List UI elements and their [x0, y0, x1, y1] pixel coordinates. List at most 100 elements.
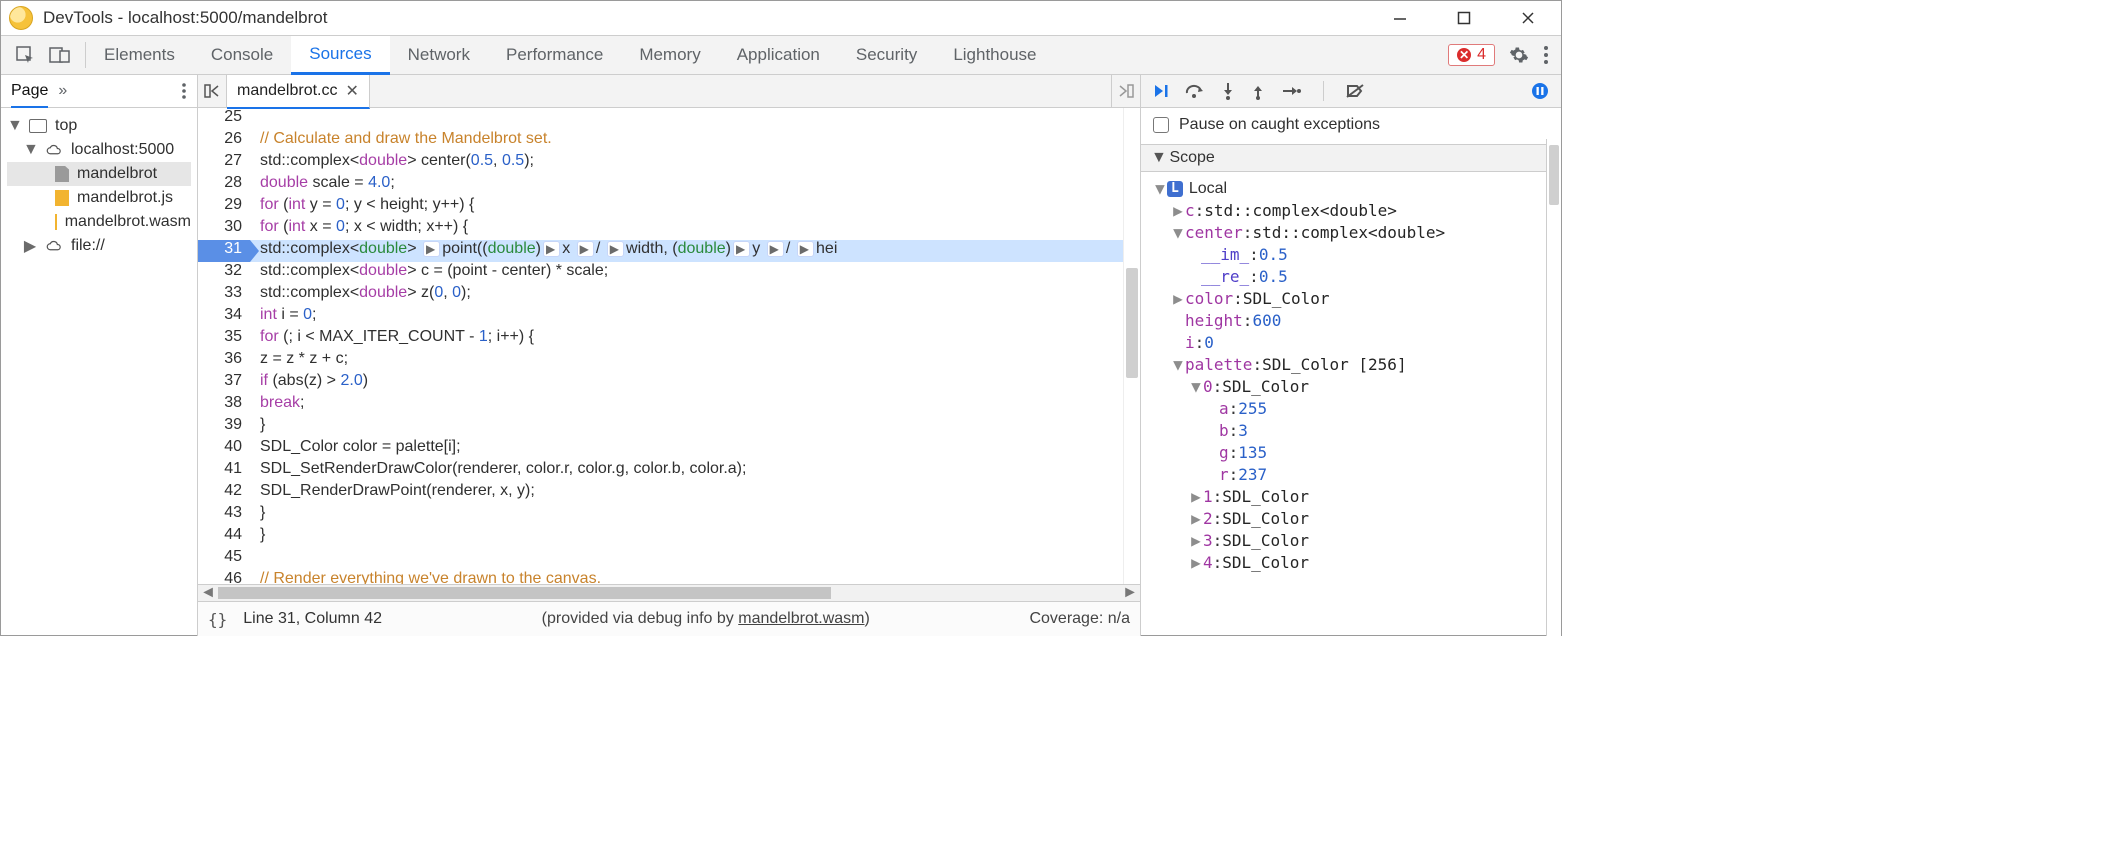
step-over-icon[interactable] [1185, 83, 1205, 99]
var-center[interactable]: ▼center: std::complex<double> [1153, 222, 1555, 244]
code-line[interactable]: 41 SDL_SetRenderDrawColor(renderer, colo… [198, 460, 1123, 482]
var-palette-2[interactable]: ▶2: SDL_Color [1153, 508, 1555, 530]
code-line[interactable]: 25 [198, 108, 1123, 130]
code-line[interactable]: 27 std::complex<double> center(0.5, 0.5)… [198, 152, 1123, 174]
var-palette-0-b[interactable]: b: 3 [1153, 420, 1555, 442]
window-title: DevTools - localhost:5000/mandelbrot [43, 8, 327, 28]
window-controls [1381, 5, 1555, 31]
more-menu-icon[interactable] [1543, 45, 1549, 65]
var-center-im[interactable]: __im_: 0.5 [1153, 244, 1555, 266]
code-line[interactable]: 28 double scale = 4.0; [198, 174, 1123, 196]
code-line[interactable]: 30 for (int x = 0; x < width; x++) { [198, 218, 1123, 240]
step-icon[interactable] [1281, 84, 1301, 98]
var-palette-3[interactable]: ▶3: SDL_Color [1153, 530, 1555, 552]
var-center-re[interactable]: __re_: 0.5 [1153, 266, 1555, 288]
editor-tab-mandelbrot[interactable]: mandelbrot.cc ✕ [227, 75, 370, 109]
close-tab-icon[interactable]: ✕ [346, 81, 359, 101]
cursor-position: Line 31, Column 42 [243, 610, 382, 628]
tree-host[interactable]: ▼ localhost:5000 [7, 138, 191, 162]
cloud-icon [45, 141, 63, 159]
code-line[interactable]: 37 if (abs(z) > 2.0) [198, 372, 1123, 394]
error-badge[interactable]: ✕ 4 [1448, 44, 1495, 66]
code-line[interactable]: 40 SDL_Color color = palette[i]; [198, 438, 1123, 460]
code-line[interactable]: 32 std::complex<double> c = (point - cen… [198, 262, 1123, 284]
tab-performance[interactable]: Performance [488, 36, 621, 74]
deactivate-breakpoints-icon[interactable] [1346, 83, 1364, 99]
resume-icon[interactable] [1153, 83, 1169, 99]
code-line[interactable]: 31 std::complex<double> ▶point((double)▶… [198, 240, 1123, 262]
code-line[interactable]: 44 } [198, 526, 1123, 548]
nav-forward-icon[interactable] [1111, 75, 1140, 107]
var-palette-4[interactable]: ▶4: SDL_Color [1153, 552, 1555, 574]
minimize-button[interactable] [1381, 5, 1419, 31]
titlebar: DevTools - localhost:5000/mandelbrot [1, 1, 1561, 36]
step-out-icon[interactable] [1251, 82, 1265, 100]
scope-local[interactable]: ▼LLocal [1153, 178, 1555, 200]
var-c[interactable]: ▶c: std::complex<double> [1153, 200, 1555, 222]
tree-file-scheme[interactable]: ▶ file:// [7, 234, 191, 258]
tab-lighthouse[interactable]: Lighthouse [935, 36, 1054, 74]
tab-sources[interactable]: Sources [291, 36, 389, 75]
tab-application[interactable]: Application [719, 36, 838, 74]
vertical-scrollbar[interactable] [1123, 108, 1140, 584]
tree-file-mandelbrot-wasm[interactable]: mandelbrot.wasm [7, 210, 191, 234]
checkbox-icon[interactable] [1153, 117, 1169, 133]
code-line[interactable]: 38 break; [198, 394, 1123, 416]
settings-gear-icon[interactable] [1509, 45, 1529, 65]
var-palette-0[interactable]: ▼0: SDL_Color [1153, 376, 1555, 398]
error-icon: ✕ [1457, 48, 1471, 62]
tab-elements[interactable]: Elements [86, 36, 193, 74]
debugger-panel: Pause on caught exceptions ▼ Scope ▼LLoc… [1141, 75, 1561, 636]
pause-on-exceptions-icon[interactable] [1531, 82, 1549, 100]
tab-console[interactable]: Console [193, 36, 291, 74]
js-file-icon [55, 190, 69, 206]
code-line[interactable]: 45 [198, 548, 1123, 570]
main-tabs: ElementsConsoleSourcesNetworkPerformance… [86, 36, 1055, 74]
code-line[interactable]: 34 int i = 0; [198, 306, 1123, 328]
code-line[interactable]: 33 std::complex<double> z(0, 0); [198, 284, 1123, 306]
code-viewer[interactable]: 2526 // Calculate and draw the Mandelbro… [198, 108, 1140, 584]
code-line[interactable]: 42 SDL_RenderDrawPoint(renderer, x, y); [198, 482, 1123, 504]
sidebar-tab-page[interactable]: Page [11, 82, 48, 108]
nav-back-icon[interactable] [198, 75, 227, 107]
device-toolbar-icon[interactable] [49, 46, 71, 64]
sidebar-kebab-icon[interactable] [181, 82, 187, 100]
sidebar-more-chevron[interactable]: » [58, 82, 67, 100]
code-line[interactable]: 26 // Calculate and draw the Mandelbrot … [198, 130, 1123, 152]
code-line[interactable]: 29 for (int y = 0; y < height; y++) { [198, 196, 1123, 218]
pause-on-caught[interactable]: Pause on caught exceptions [1141, 108, 1561, 144]
code-line[interactable]: 39 } [198, 416, 1123, 438]
var-color[interactable]: ▶color: SDL_Color [1153, 288, 1555, 310]
tab-security[interactable]: Security [838, 36, 935, 74]
tab-network[interactable]: Network [390, 36, 488, 74]
horizontal-scrollbar[interactable]: ◄► [198, 584, 1140, 601]
var-palette-0-a[interactable]: a: 255 [1153, 398, 1555, 420]
tree-top[interactable]: ▼ top [7, 114, 191, 138]
code-line[interactable]: 43 } [198, 504, 1123, 526]
wasm-file-icon [55, 214, 57, 230]
tree-top-label: top [55, 117, 77, 135]
tree-file-mandelbrot[interactable]: mandelbrot [7, 162, 191, 186]
var-i[interactable]: i: 0 [1153, 332, 1555, 354]
scope-title: Scope [1169, 149, 1214, 167]
var-height[interactable]: height: 600 [1153, 310, 1555, 332]
pretty-print-icon[interactable]: {} [208, 610, 227, 629]
code-line[interactable]: 36 z = z * z + c; [198, 350, 1123, 372]
code-line[interactable]: 35 for (; i < MAX_ITER_COUNT - 1; i++) { [198, 328, 1123, 350]
step-into-icon[interactable] [1221, 82, 1235, 100]
inspect-element-icon[interactable] [15, 45, 35, 65]
debug-scrollbar[interactable] [1546, 139, 1561, 636]
debug-info-link[interactable]: mandelbrot.wasm [738, 610, 864, 627]
code-line[interactable]: 46 // Render everything we've drawn to t… [198, 570, 1123, 584]
debug-toolbar [1141, 75, 1561, 108]
var-palette-1[interactable]: ▶1: SDL_Color [1153, 486, 1555, 508]
var-palette[interactable]: ▼palette: SDL_Color [256] [1153, 354, 1555, 376]
close-button[interactable] [1509, 5, 1547, 31]
maximize-button[interactable] [1445, 5, 1483, 31]
tree-file-mandelbrot-js[interactable]: mandelbrot.js [7, 186, 191, 210]
scope-section-head[interactable]: ▼ Scope [1141, 144, 1561, 172]
var-palette-0-g[interactable]: g: 135 [1153, 442, 1555, 464]
var-palette-0-r[interactable]: r: 237 [1153, 464, 1555, 486]
tab-memory[interactable]: Memory [621, 36, 718, 74]
scope-tree: ▼LLocal ▶c: std::complex<double> ▼center… [1141, 172, 1561, 580]
